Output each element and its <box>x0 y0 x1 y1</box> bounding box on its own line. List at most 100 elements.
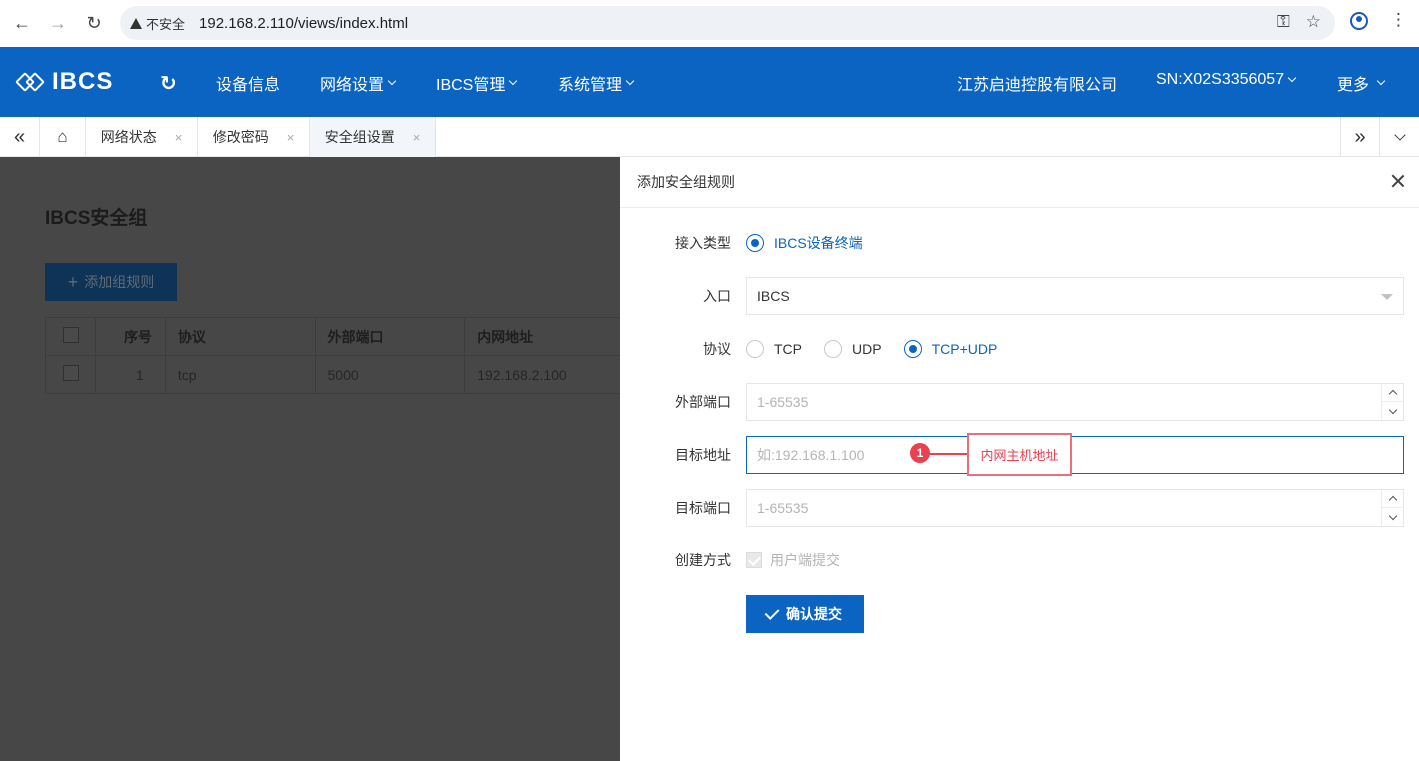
checkbox-box <box>746 552 762 568</box>
background-page: IBCS安全组 + 添加组规则 序号 协议 外部端口 内网地址 1 tcp 50… <box>0 157 620 761</box>
field-label: 创建方式 <box>675 552 731 568</box>
checkbox-label: 用户端提交 <box>770 552 840 568</box>
protocol-radio-udp[interactable]: UDP <box>824 340 882 358</box>
key-icon[interactable]: ⚿ <box>1277 12 1290 32</box>
stepper-up-icon[interactable] <box>1382 490 1403 508</box>
add-rule-button[interactable]: + 添加组规则 <box>45 263 177 301</box>
stepper-down-icon[interactable] <box>1382 508 1403 526</box>
reload-icon[interactable]: ↻ <box>76 6 112 42</box>
menu-network-settings[interactable]: 网络设置 <box>320 71 397 95</box>
confirm-submit-button[interactable]: 确认提交 <box>746 595 864 633</box>
select-all-checkbox[interactable] <box>63 327 79 343</box>
close-icon[interactable]: × <box>287 130 295 145</box>
home-icon[interactable]: ⌂ <box>40 117 86 157</box>
submit-label: 确认提交 <box>786 606 842 622</box>
radio-circle[interactable] <box>746 234 764 252</box>
chevron-down-icon <box>1287 73 1297 83</box>
page-title: IBCS安全组 <box>45 208 148 229</box>
more-vert-icon[interactable]: ⋮ <box>1390 10 1407 30</box>
caret-down-icon <box>1381 294 1393 300</box>
forward-icon[interactable]: → <box>40 6 76 42</box>
menu-ibcs-management[interactable]: IBCS管理 <box>436 71 518 95</box>
close-icon[interactable] <box>1391 174 1405 188</box>
target-address-input[interactable]: 如:192.168.1.100 <box>746 436 1404 474</box>
column-header: 外部端口 <box>314 317 466 356</box>
row-checkbox[interactable] <box>63 365 79 381</box>
external-port-input[interactable]: 1-65535 <box>746 383 1404 421</box>
access-type-row: 接入类型 IBCS设备终端 <box>620 224 1419 262</box>
radio-label: TCP <box>774 341 802 357</box>
add-rule-drawer: 添加安全组规则 接入类型 IBCS设备终端 入口 IBCS 协议 TCP UDP… <box>620 157 1419 761</box>
plus-icon: + <box>67 271 79 292</box>
radio-circle[interactable] <box>903 340 922 358</box>
refresh-icon[interactable]: ↻ <box>160 71 177 96</box>
annotation-callout: 内网主机地址 <box>967 433 1072 476</box>
entry-select[interactable]: IBCS <box>746 277 1404 315</box>
input-placeholder: 1-65535 <box>757 500 809 516</box>
protocol-radio-tcp-udp[interactable]: TCP+UDP <box>903 340 998 358</box>
number-stepper[interactable] <box>1381 490 1403 526</box>
chevron-down-icon <box>387 76 397 86</box>
row-select-cell[interactable] <box>45 355 96 394</box>
table-cell: 192.168.2.100 <box>464 355 620 394</box>
field-label: 外部端口 <box>675 394 731 410</box>
scroll-right-icon[interactable]: » <box>1340 117 1380 157</box>
field-label: 目标端口 <box>675 500 731 516</box>
tab-change-password[interactable]: 修改密码 × <box>198 117 310 157</box>
number-stepper[interactable] <box>1381 384 1403 420</box>
close-icon[interactable]: × <box>175 130 183 145</box>
back-icon[interactable]: ← <box>4 6 40 42</box>
field-label: 入口 <box>703 288 731 304</box>
logo-text: IBCS <box>52 68 114 95</box>
chevron-down-icon <box>625 76 635 86</box>
security-indicator[interactable]: 不安全 <box>130 14 185 33</box>
company-name[interactable]: 江苏启迪控股有限公司 <box>957 71 1117 95</box>
tab-bar: « ⌂ 网络状态 × 修改密码 × 安全组设置 × » <box>0 117 1419 157</box>
url-text[interactable]: 192.168.2.110/views/index.html <box>199 15 408 32</box>
field-label: 目标地址 <box>675 447 731 463</box>
bookmark-star-icon[interactable]: ☆ <box>1306 12 1321 32</box>
add-rule-label: 添加组规则 <box>84 274 155 290</box>
tab-label: 安全组设置 <box>324 129 395 145</box>
menu-label: 系统管理 <box>558 77 623 94</box>
create-method-checkbox: 用户端提交 <box>746 550 840 570</box>
serial-menu[interactable]: SN:X02S3356057 <box>1156 71 1297 89</box>
menu-label: 网络设置 <box>320 77 385 94</box>
address-bar[interactable]: 不安全 192.168.2.110/views/index.html ⚿ ☆ <box>120 6 1335 40</box>
protocol-radio-tcp[interactable]: TCP <box>746 340 802 358</box>
drawer-title: 添加安全组规则 <box>637 174 735 190</box>
tab-options-chevron-icon[interactable] <box>1380 117 1419 157</box>
input-placeholder: 如:192.168.1.100 <box>757 447 865 463</box>
table-row[interactable]: 1 tcp 5000 192.168.2.100 <box>45 355 620 394</box>
radio-label: TCP+UDP <box>931 341 998 357</box>
chevron-down-icon <box>1376 76 1386 86</box>
target-port-input[interactable]: 1-65535 <box>746 489 1404 527</box>
create-method-row: 创建方式 用户端提交 <box>620 541 1419 579</box>
radio-circle[interactable] <box>746 340 764 358</box>
stepper-up-icon[interactable] <box>1382 384 1403 402</box>
menu-label: 设备信息 <box>216 77 281 94</box>
menu-device-info[interactable]: 设备信息 <box>216 71 280 95</box>
tab-network-status[interactable]: 网络状态 × <box>86 117 198 157</box>
scroll-left-icon[interactable]: « <box>0 117 40 157</box>
profile-icon[interactable] <box>1350 12 1368 30</box>
logo-icon <box>15 67 46 97</box>
chevron-down-icon <box>509 76 518 86</box>
more-menu[interactable]: 更多 <box>1337 71 1386 95</box>
access-type-radio-ibcs[interactable]: IBCS设备终端 <box>746 233 863 253</box>
close-icon[interactable]: × <box>413 130 421 145</box>
stepper-down-icon[interactable] <box>1382 402 1403 420</box>
select-all-cell[interactable] <box>45 317 96 356</box>
company-label: 江苏启迪控股有限公司 <box>957 77 1118 94</box>
check-icon <box>764 604 780 620</box>
more-label: 更多 <box>1337 77 1370 94</box>
radio-circle[interactable] <box>824 340 842 358</box>
annotation-marker: 1 <box>910 443 930 463</box>
tab-security-group[interactable]: 安全组设置 × <box>310 117 436 157</box>
column-header: 内网地址 <box>464 317 620 356</box>
tab-label: 修改密码 <box>212 129 269 145</box>
table-cell: 5000 <box>314 355 466 394</box>
drawer-header: 添加安全组规则 <box>620 157 1419 208</box>
menu-system-management[interactable]: 系统管理 <box>558 71 635 95</box>
protocol-row: 协议 TCP UDP TCP+UDP <box>620 330 1419 368</box>
